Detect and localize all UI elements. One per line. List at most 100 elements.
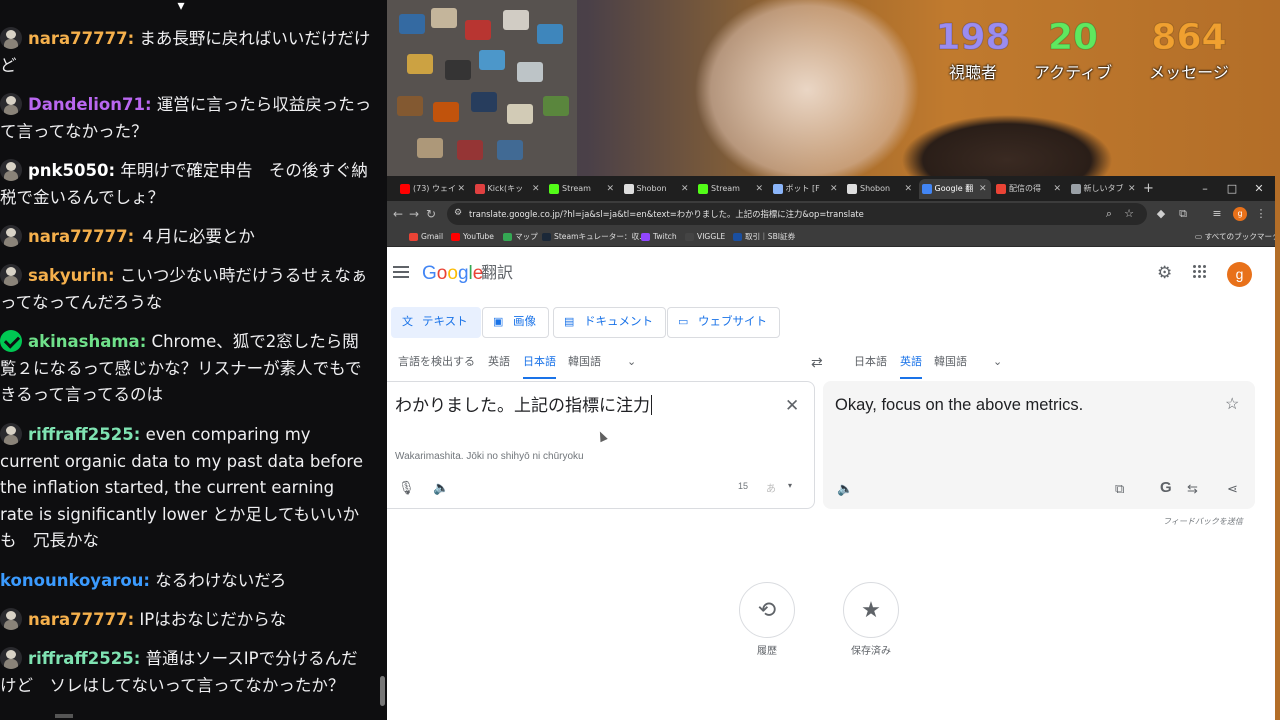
save-translation-star-icon[interactable]: ☆ bbox=[1225, 394, 1239, 414]
source-lang-english[interactable]: 英語 bbox=[488, 352, 510, 372]
mode-website-button[interactable]: ▭ ウェブサイト bbox=[667, 307, 780, 338]
tab-close-icon[interactable]: ✕ bbox=[681, 179, 689, 199]
clear-source-icon[interactable]: ✕ bbox=[785, 394, 799, 418]
browser-tab[interactable]: Google 翻 ✕ bbox=[918, 179, 991, 199]
bookmark-item[interactable]: マップ bbox=[503, 227, 538, 247]
browser-menu-icon[interactable]: ⋮ bbox=[1253, 206, 1269, 222]
tab-close-icon[interactable]: ✕ bbox=[904, 179, 912, 199]
chat-username[interactable]: Dandelion71 bbox=[28, 95, 152, 114]
browser-profile-avatar[interactable]: g bbox=[1233, 207, 1247, 221]
bookmark-item[interactable]: Gmail bbox=[409, 227, 443, 247]
tab-close-icon[interactable]: ✕ bbox=[457, 179, 465, 199]
bookmark-item[interactable]: YouTube bbox=[451, 227, 494, 247]
google-apps-icon[interactable] bbox=[1193, 265, 1207, 279]
tab-favicon-icon bbox=[549, 184, 559, 194]
target-speaker-icon[interactable]: 🔈 bbox=[837, 481, 853, 497]
tab-title: ボット [F bbox=[785, 184, 820, 193]
chat-username[interactable]: nara77777 bbox=[28, 610, 134, 629]
source-text-input[interactable]: わかりました。上記の指標に注力 bbox=[395, 394, 652, 418]
saved-button[interactable]: ★ bbox=[843, 582, 899, 638]
chat-username[interactable]: nara77777 bbox=[28, 29, 134, 48]
chat-username[interactable]: akinashama bbox=[28, 332, 146, 351]
mode-text-button[interactable]: 文 テキスト bbox=[391, 307, 481, 338]
source-lang-detect[interactable]: 言語を検出する bbox=[398, 352, 475, 372]
all-bookmarks-label: すべてのブックマーク bbox=[1204, 232, 1275, 241]
mode-image-button[interactable]: ▣ 画像 bbox=[482, 307, 549, 338]
bookmark-item[interactable]: 取引｜SBI証券 bbox=[733, 227, 795, 247]
chat-scrollbar[interactable] bbox=[380, 676, 385, 706]
browser-tab[interactable]: Shobon ✕ bbox=[844, 179, 916, 199]
reload-icon[interactable]: ↻ bbox=[422, 204, 440, 224]
browser-tab[interactable]: Shobon ✕ bbox=[621, 179, 693, 199]
target-lang-dropdown-icon[interactable]: ⌄ bbox=[993, 352, 1002, 372]
message-count: 864 bbox=[1151, 17, 1227, 58]
browser-tab[interactable]: ボット [F ✕ bbox=[770, 179, 842, 199]
google-logo[interactable]: Google bbox=[422, 263, 483, 285]
target-lang-japanese[interactable]: 日本語 bbox=[854, 352, 887, 372]
extension-icon[interactable]: ◆ bbox=[1153, 206, 1169, 222]
source-text-area[interactable]: わかりました。上記の指標に注力 ✕ Wakarimashita. Jōki no… bbox=[387, 381, 815, 509]
bookmark-favicon-icon bbox=[685, 233, 694, 241]
browser-tab[interactable]: Stream ✕ bbox=[546, 179, 618, 199]
tab-favicon-icon bbox=[400, 184, 410, 194]
viewer-count-stat: 198 視聴者 bbox=[935, 17, 1011, 84]
input-tools-icon[interactable]: あ bbox=[766, 480, 776, 495]
new-tab-plus-icon[interactable]: + bbox=[1143, 179, 1154, 199]
history-button[interactable]: ⟲ bbox=[739, 582, 795, 638]
tab-close-icon[interactable]: ✕ bbox=[606, 179, 614, 199]
account-avatar[interactable]: g bbox=[1227, 262, 1252, 287]
address-bar[interactable]: ⚙ translate.google.co.jp/?hl=ja&sl=ja&tl… bbox=[447, 203, 1147, 225]
close-window-icon[interactable]: ✕ bbox=[1248, 179, 1270, 199]
mode-document-button[interactable]: ▤ ドキュメント bbox=[553, 307, 666, 338]
forward-arrow-icon[interactable]: → bbox=[405, 204, 423, 224]
tab-close-icon[interactable]: ✕ bbox=[830, 179, 838, 199]
browser-tab[interactable]: (73) ウェイ ✕ bbox=[397, 179, 469, 199]
swap-languages-icon[interactable]: ⇄ bbox=[811, 352, 823, 372]
message-count-stat: 864 メッセージ bbox=[1139, 17, 1239, 84]
tab-close-icon[interactable]: ✕ bbox=[979, 179, 987, 199]
hamburger-menu-icon[interactable] bbox=[393, 266, 409, 278]
collapse-chevron-icon[interactable]: ▾ bbox=[170, 0, 192, 16]
all-bookmarks-folder[interactable]: ▭ すべてのブックマーク bbox=[1195, 227, 1275, 247]
bookmark-item[interactable]: Steamキュレーター：収... bbox=[542, 227, 646, 247]
mode-text-label: テキスト bbox=[422, 316, 468, 328]
target-lang-korean[interactable]: 韓国語 bbox=[934, 352, 967, 372]
browser-tab[interactable]: Stream ✕ bbox=[695, 179, 767, 199]
target-lang-english[interactable]: 英語 bbox=[900, 352, 922, 379]
source-speaker-icon[interactable]: 🔈 bbox=[433, 480, 449, 496]
site-info-icon[interactable]: ⚙ bbox=[454, 207, 464, 220]
copy-translation-icon[interactable]: ⧉ bbox=[1115, 481, 1124, 497]
chat-username[interactable]: nara77777 bbox=[28, 227, 134, 246]
browser-tab[interactable]: Kick(キッ ✕ bbox=[472, 179, 544, 199]
extensions-puzzle-icon[interactable]: ⧉ bbox=[1175, 206, 1191, 222]
input-tools-dropdown-icon[interactable]: ▾ bbox=[788, 481, 792, 490]
tab-close-icon[interactable]: ✕ bbox=[1128, 179, 1136, 199]
browser-tab[interactable]: 新しいタブ ✕ bbox=[1068, 179, 1140, 199]
share-translation-icon[interactable]: ⋖ bbox=[1227, 481, 1238, 497]
chat-username[interactable]: pnk5050 bbox=[28, 161, 115, 180]
saved-label: 保存済み bbox=[851, 646, 891, 657]
bookmark-item[interactable]: Twitch bbox=[641, 227, 677, 247]
google-search-icon[interactable]: G bbox=[1160, 478, 1172, 498]
minimize-icon[interactable]: – bbox=[1194, 179, 1216, 199]
chat-username[interactable]: riffraff2525 bbox=[28, 425, 140, 444]
zoom-search-icon[interactable]: ⌕ bbox=[1101, 206, 1117, 222]
chat-username[interactable]: sakyurin bbox=[28, 266, 115, 285]
bookmark-item[interactable]: VIGGLE bbox=[685, 227, 725, 247]
chat-username[interactable]: riffraff2525 bbox=[28, 649, 140, 668]
browser-tab[interactable]: 配信の得 ✕ bbox=[993, 179, 1065, 199]
chat-username[interactable]: konounkoyarou bbox=[0, 571, 150, 590]
send-feedback-link[interactable]: フィードバックを送信 bbox=[1163, 516, 1243, 527]
media-queue-icon[interactable]: ≡ bbox=[1209, 206, 1225, 222]
source-lang-dropdown-icon[interactable]: ⌄ bbox=[627, 352, 636, 372]
microphone-icon[interactable]: 🎙 bbox=[398, 480, 415, 496]
maximize-icon[interactable]: □ bbox=[1221, 179, 1243, 199]
source-lang-japanese[interactable]: 日本語 bbox=[523, 352, 556, 379]
settings-gear-icon[interactable]: ⚙ bbox=[1157, 262, 1172, 284]
bookmark-star-icon[interactable]: ☆ bbox=[1121, 206, 1137, 222]
tab-close-icon[interactable]: ✕ bbox=[755, 179, 763, 199]
rate-translation-icon[interactable]: ⇆ bbox=[1187, 481, 1198, 497]
tab-close-icon[interactable]: ✕ bbox=[532, 179, 540, 199]
source-lang-korean[interactable]: 韓国語 bbox=[568, 352, 601, 372]
tab-close-icon[interactable]: ✕ bbox=[1053, 179, 1061, 199]
